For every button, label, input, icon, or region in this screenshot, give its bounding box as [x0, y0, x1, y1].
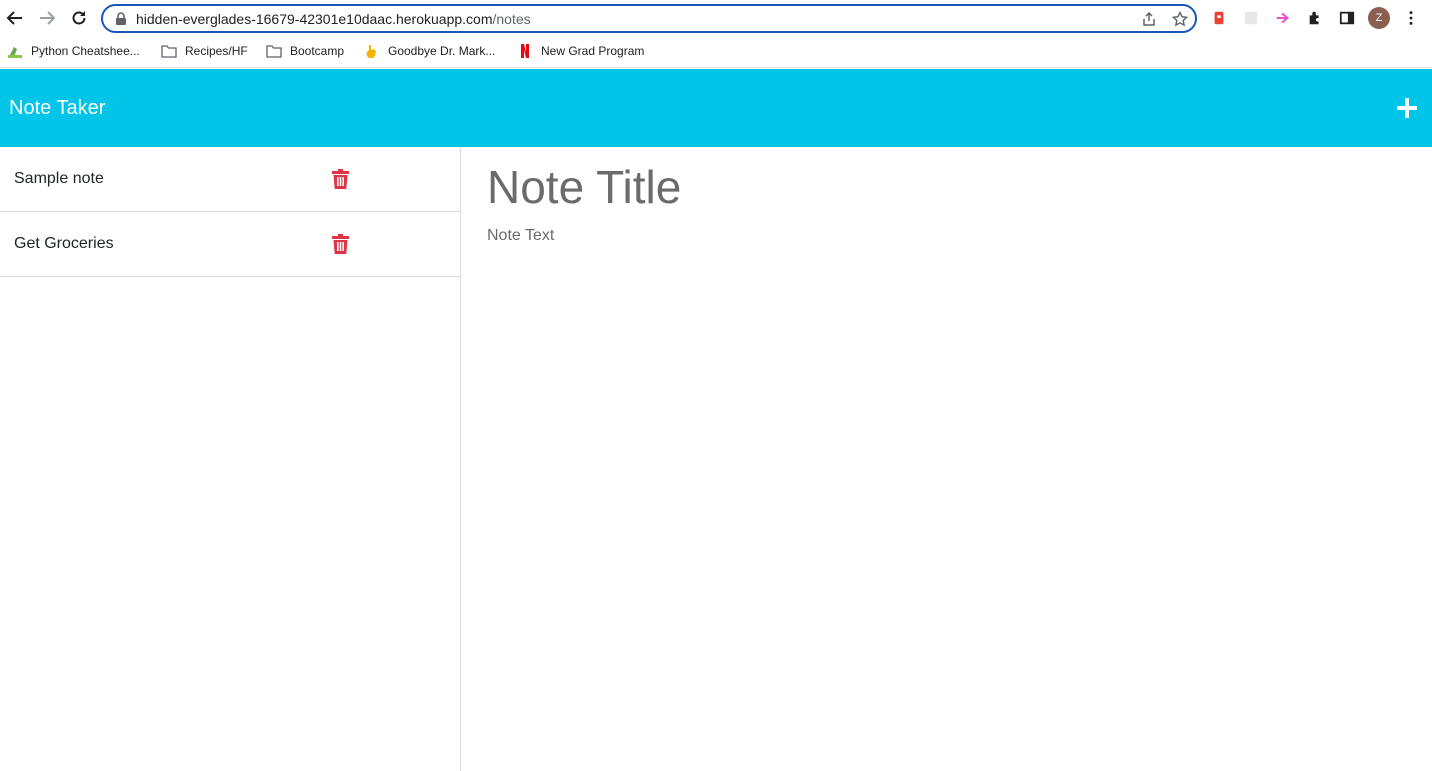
forward-button[interactable]	[35, 6, 59, 30]
share-icon[interactable]	[1141, 11, 1157, 27]
note-title-input[interactable]	[487, 161, 1387, 213]
netflix-icon	[517, 43, 533, 59]
new-note-plus-icon[interactable]	[1395, 96, 1419, 120]
extension-red-icon[interactable]	[1210, 9, 1228, 27]
folder-icon	[161, 43, 177, 59]
arrow-right-icon	[40, 11, 56, 25]
bookmark-label: Bootcamp	[290, 44, 345, 58]
address-bar[interactable]: hidden-everglades-16679-42301e10daac.her…	[101, 4, 1197, 33]
bookmark-label: Goodbye Dr. Mark...	[388, 44, 496, 58]
bookmark-label: Recipes/HF	[185, 44, 248, 58]
browser-toolbar: hidden-everglades-16679-42301e10daac.her…	[0, 0, 1432, 36]
app-navbar: Note Taker	[0, 69, 1432, 147]
app-brand[interactable]: Note Taker	[9, 97, 105, 120]
arrow-left-icon	[6, 11, 22, 25]
url-path: /notes	[492, 11, 531, 27]
list-item[interactable]: Sample note	[0, 147, 460, 212]
note-list-title[interactable]: Get Groceries	[14, 235, 114, 253]
note-text-input[interactable]	[487, 227, 1387, 627]
bookmark-label: New Grad Program	[541, 44, 645, 58]
back-button[interactable]	[3, 6, 27, 30]
note-editor	[461, 147, 1432, 771]
extension-gray-icon[interactable]	[1242, 9, 1260, 27]
lock-icon	[116, 12, 126, 25]
python-icon	[7, 43, 23, 59]
note-list: Sample note Get Groceries	[0, 147, 461, 771]
bookmark-item[interactable]: New Grad Program	[517, 42, 644, 60]
reload-button[interactable]	[67, 6, 91, 30]
trash-icon[interactable]	[332, 169, 349, 189]
bookmark-item[interactable]: Recipes/HF	[161, 42, 248, 60]
bookmark-item[interactable]: Python Cheatshee...	[7, 42, 140, 60]
bookmarks-bar: Python Cheatshee... Recipes/HF Bootcamp …	[0, 36, 1432, 68]
hand-icon	[364, 43, 380, 59]
bookmark-label: Python Cheatshee...	[31, 44, 140, 58]
bookmark-star-icon[interactable]	[1172, 11, 1188, 27]
note-list-title[interactable]: Sample note	[14, 170, 104, 188]
url-host: hidden-everglades-16679-42301e10daac.her…	[136, 11, 493, 27]
folder-icon	[266, 43, 282, 59]
trash-icon[interactable]	[332, 234, 349, 254]
puzzle-icon[interactable]	[1306, 9, 1324, 27]
bookmark-item[interactable]: Bootcamp	[266, 42, 344, 60]
profile-avatar[interactable]: Z	[1368, 7, 1390, 29]
bookmark-item[interactable]: Goodbye Dr. Mark...	[364, 42, 495, 60]
list-item[interactable]: Get Groceries	[0, 212, 460, 277]
reload-icon	[72, 11, 86, 25]
extension-pink-icon[interactable]	[1274, 9, 1292, 27]
side-panel-icon[interactable]	[1338, 9, 1356, 27]
url-text: hidden-everglades-16679-42301e10daac.her…	[136, 11, 531, 27]
more-menu-icon[interactable]	[1402, 9, 1420, 27]
